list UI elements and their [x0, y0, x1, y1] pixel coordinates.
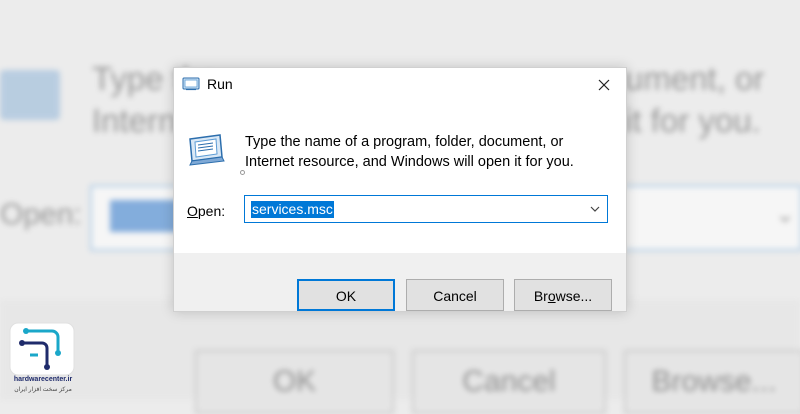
open-label-mnemonic: O: [187, 203, 198, 219]
close-button[interactable]: [582, 68, 626, 102]
bg-open-label: Open:: [0, 198, 82, 231]
focus-dot: [240, 170, 245, 175]
bg-ok-button: OK: [195, 350, 394, 414]
chevron-down-icon[interactable]: [587, 199, 603, 219]
bg-description-right: ument, or it for you.: [625, 60, 765, 139]
run-icon: [182, 77, 200, 91]
cancel-button[interactable]: Cancel: [406, 279, 504, 311]
bg-cancel-button: Cancel: [412, 350, 606, 414]
watermark-site: hardwarecenter.ir: [13, 376, 73, 383]
browse-mnemonic: Browse...: [533, 288, 593, 304]
open-label-rest: pen:: [197, 203, 226, 219]
bg-chevron-icon: ⌄: [775, 201, 796, 228]
dialog-description: Type the name of a program, folder, docu…: [245, 134, 574, 170]
ok-button[interactable]: OK: [297, 279, 395, 311]
browse-button[interactable]: Browse...: [514, 279, 612, 311]
bg-input-selection: [110, 200, 180, 232]
run-dialog: Run Type the name of a program, folder, …: [173, 67, 627, 312]
close-icon: [598, 79, 610, 91]
bg-input-right: [625, 185, 800, 251]
bg-run-icon: [0, 70, 60, 120]
open-combobox[interactable]: services.msc: [244, 195, 608, 223]
open-label: Open:: [187, 203, 225, 219]
watermark-tagline: مرکز سخت افزار ایران: [14, 387, 72, 393]
open-input-value[interactable]: services.msc: [251, 201, 334, 218]
window-title: Run: [207, 76, 233, 92]
bg-browse-button: Browse...: [624, 350, 800, 414]
title-bar[interactable]: Run: [174, 68, 626, 102]
run-program-icon: [186, 133, 226, 167]
